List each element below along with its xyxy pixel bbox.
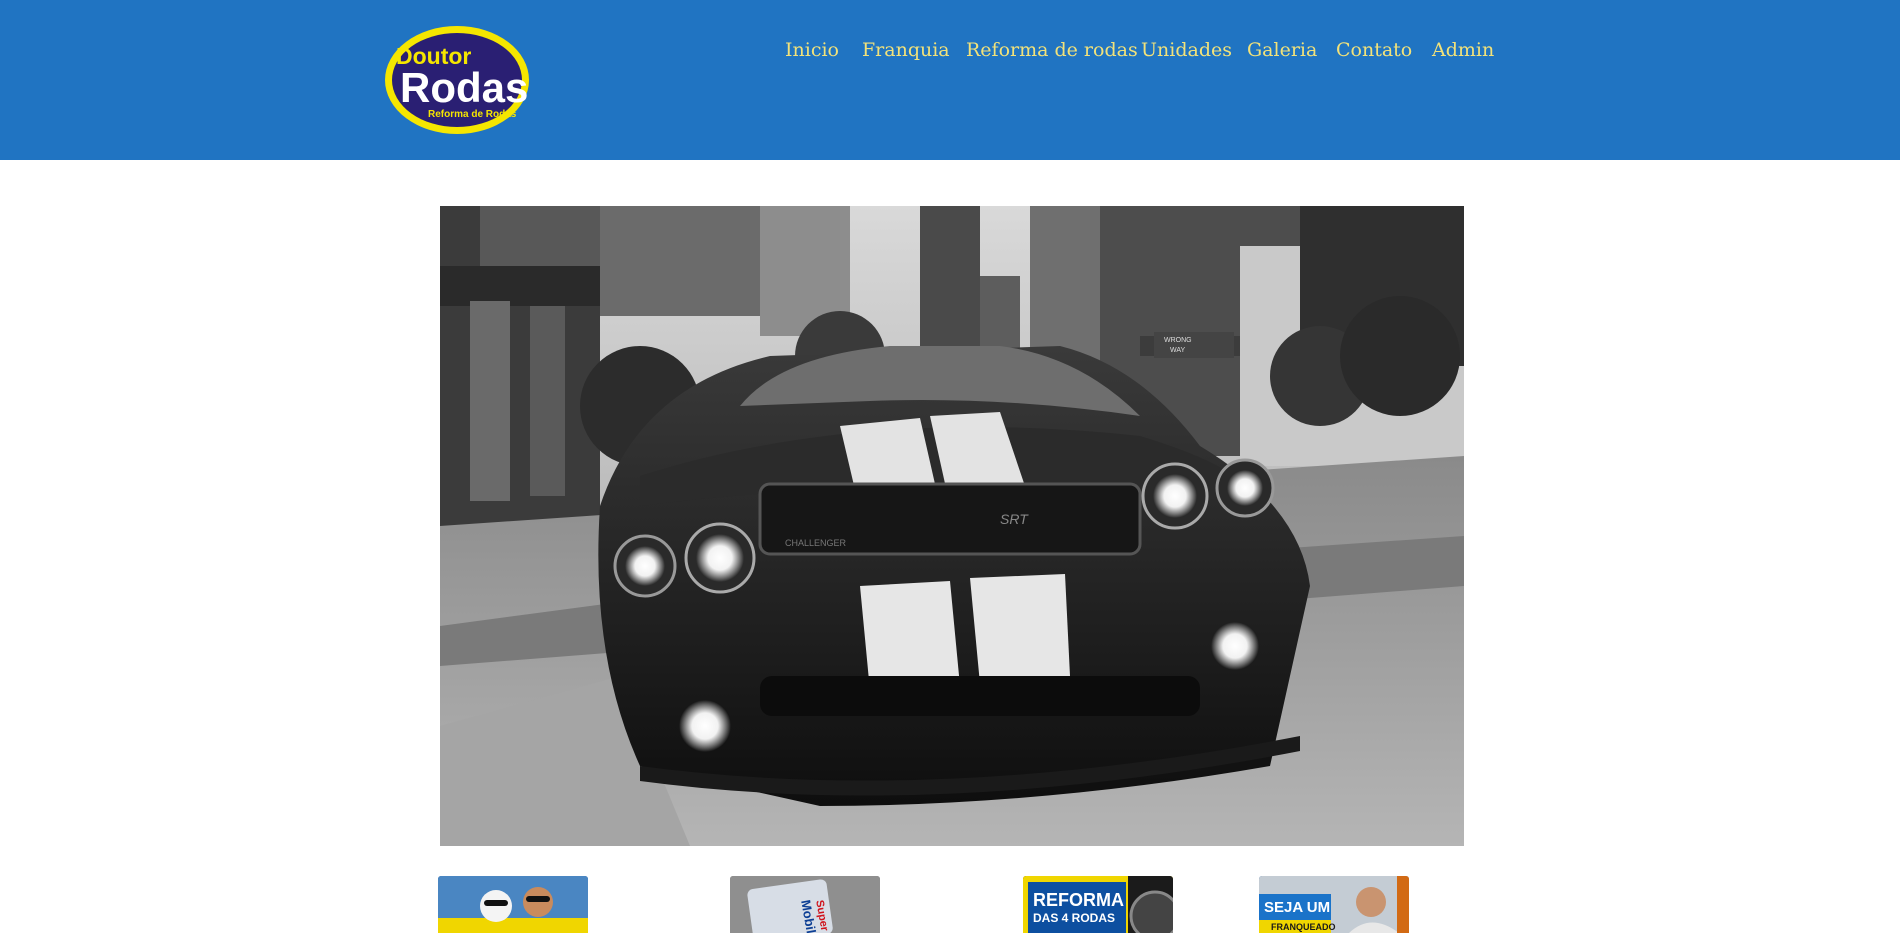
nav-item-inicio[interactable]: Inicio — [785, 36, 839, 64]
franquia-text-2: FRANQUEADO — [1271, 922, 1336, 932]
grille-badge: CHALLENGER — [785, 538, 847, 548]
thumbnail-mobil-oil[interactable]: Mobil Super — [730, 876, 880, 933]
reforma-text-2: DAS 4 RODAS — [1033, 911, 1115, 925]
thumbnail-reforma-rodas[interactable]: REFORMA DAS 4 RODAS — [1023, 876, 1173, 933]
sign-wrong: WRONG — [1164, 337, 1192, 344]
nav-item-franquia[interactable]: Franquia — [862, 36, 950, 64]
nav-item-reforma-de-rodas[interactable]: Reforma de rodas — [966, 36, 1138, 64]
man-icon — [1356, 887, 1386, 917]
main-nav: Inicio Franquia Reforma de rodas Unidade… — [0, 36, 1900, 66]
thumbnail-franquia[interactable]: SEJA UM FRANQUEADO — [1259, 876, 1409, 933]
nav-item-admin[interactable]: Admin — [1432, 36, 1494, 64]
franquia-text-1: SEJA UM — [1264, 899, 1330, 916]
logo-tagline: Reforma de Rodas — [428, 109, 517, 120]
wheel-icon — [1129, 890, 1173, 933]
reforma-text-1: REFORMA — [1033, 890, 1124, 910]
sign-way: WAY — [1170, 347, 1185, 354]
thumbnail-dog-promo[interactable] — [438, 876, 588, 933]
logo-line2: Rodas — [400, 64, 528, 111]
nav-item-unidades[interactable]: Unidades — [1141, 36, 1232, 64]
grille-text: SRT — [1000, 511, 1029, 527]
nav-item-galeria[interactable]: Galeria — [1247, 36, 1317, 64]
site-header: Doutor Rodas Reforma de Rodas Inicio Fra… — [0, 0, 1900, 160]
nav-item-contato[interactable]: Contato — [1336, 36, 1412, 64]
hero-car-photo: WRONG WAY SRT CHALLENGER — [440, 206, 1464, 846]
